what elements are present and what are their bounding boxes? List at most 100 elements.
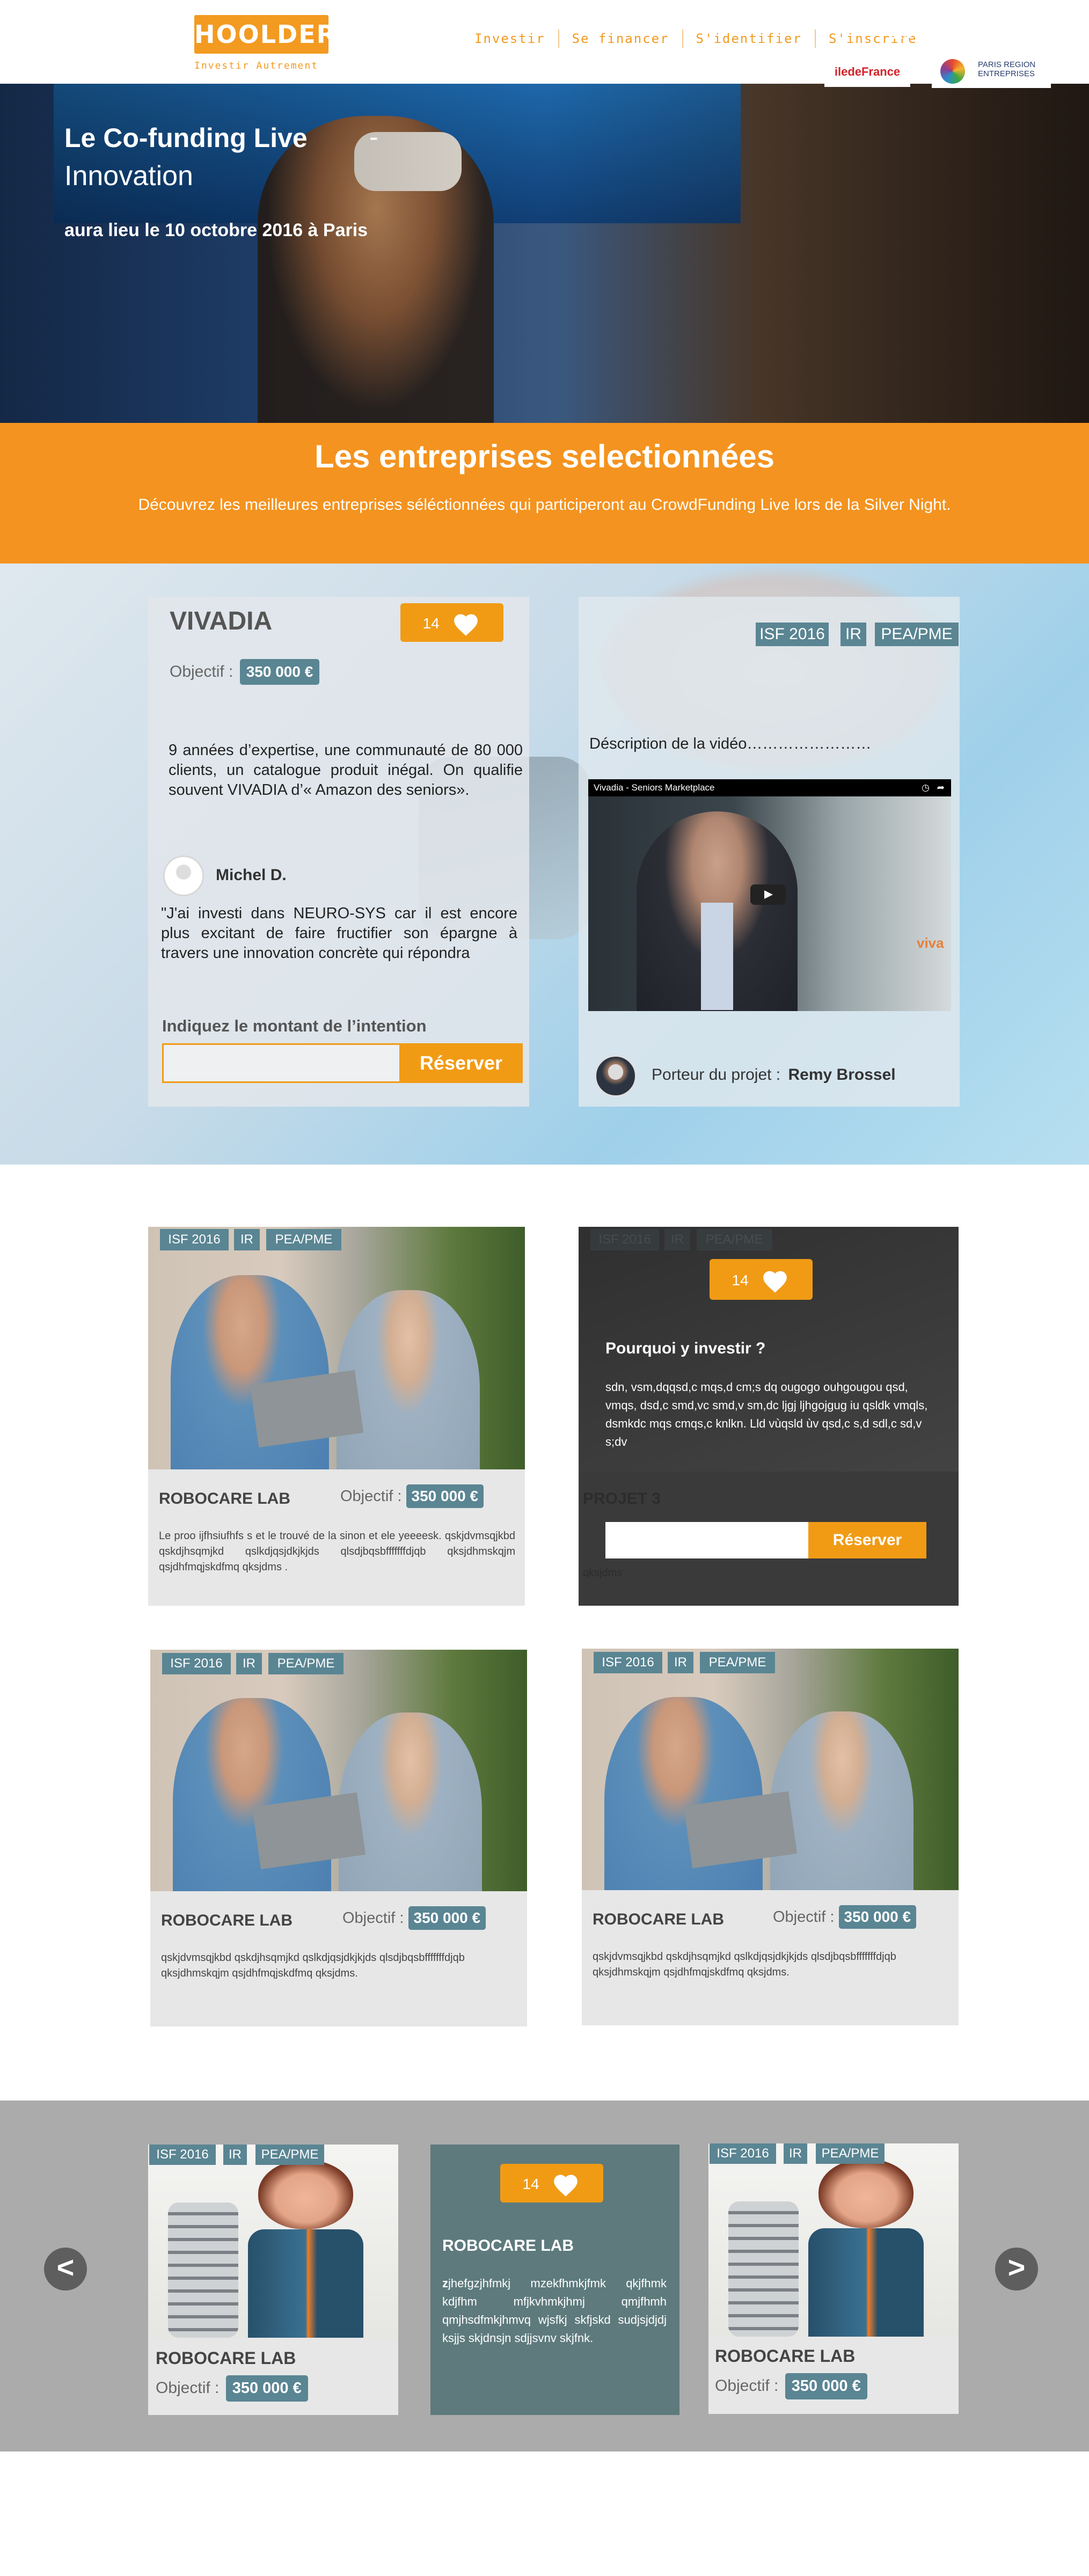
project-name: ROBOCARE LAB xyxy=(442,2237,574,2255)
clock-icon[interactable]: ◷ xyxy=(922,779,930,796)
reviewer-name: Michel D. xyxy=(216,866,287,884)
objective-value: 350 000 € xyxy=(785,2373,867,2399)
video-title-bar: Vivadia - Seniors Marketplace ◷ ➦ xyxy=(588,779,951,796)
tag-ir: IR xyxy=(236,1653,262,1674)
objective-row: Objectif : 350 000 € xyxy=(170,659,320,685)
heart-icon xyxy=(763,1271,787,1293)
why-invest-text: sdn, vsm,dqqsd,c mqs,d cm;s dq ougogo ou… xyxy=(605,1380,928,1448)
page-footer-space xyxy=(0,2451,1089,2576)
tag-pea-pme: PEA/PME xyxy=(816,2143,885,2164)
project-photo-caregiver xyxy=(582,1649,959,1890)
logo-tagline: Investir Autrement xyxy=(194,60,319,71)
video-frame-shirt xyxy=(701,903,733,1010)
owner-label: Porteur du projet : xyxy=(652,1066,781,1084)
tag-pea-pme: PEA/PME xyxy=(697,1229,772,1250)
carousel-prev-button[interactable]: < xyxy=(44,2248,87,2290)
hero-title: Le Co-funding Live xyxy=(64,123,308,153)
section-subtitle: Découvrez les meilleures entreprises sél… xyxy=(138,496,951,514)
reserve-button[interactable]: Réserver xyxy=(399,1043,523,1083)
project-photo-caregiver xyxy=(150,1650,527,1891)
project-description: qskjdvmsqjkbd qskdjhsqmjkd qslkdjqsjdkjk… xyxy=(161,1952,465,1979)
project-photo-robot xyxy=(148,2145,398,2338)
tag-ir: IR xyxy=(223,2145,247,2165)
objective-label: Objectif : xyxy=(340,1488,402,1505)
tag-pea-pme: PEA/PME xyxy=(255,2145,324,2165)
objective-row: Objectif : 350 000 € xyxy=(342,1906,486,1930)
objective-value: 350 000 € xyxy=(838,1905,917,1929)
why-invest-title: Pourquoi y investir ? xyxy=(605,1340,766,1357)
objective-value: 350 000 € xyxy=(225,2375,308,2402)
tag-pea-pme: PEA/PME xyxy=(700,1652,775,1673)
project-name: ROBOCARE LAB xyxy=(715,2346,856,2366)
tag-isf: ISF 2016 xyxy=(162,1653,231,1674)
heart-icon xyxy=(454,614,478,636)
like-button[interactable]: 14 xyxy=(400,603,503,642)
like-count: 14 xyxy=(522,2175,539,2192)
video-player[interactable]: Vivadia - Seniors Marketplace ◷ ➦ viva xyxy=(588,779,951,1011)
nav-sidentifier[interactable]: S'identifier xyxy=(683,30,816,48)
owner-row: Porteur du projet : Remy Brossel xyxy=(652,1066,896,1084)
objective-value: 350 000 € xyxy=(408,1906,486,1930)
reviewer-avatar xyxy=(163,855,204,896)
nav-se-financer[interactable]: Se financer xyxy=(559,30,683,48)
owner-avatar xyxy=(595,1055,637,1097)
project-description: 9 années d’expertise, une communauté de … xyxy=(169,742,523,799)
hero-title-dash: - xyxy=(369,122,378,152)
project-description-text: jhefgzjhfmkj mzekfhmkjfmk qkjfhmk kdjfhm… xyxy=(442,2277,667,2345)
tag-isf: ISF 2016 xyxy=(594,1652,662,1673)
intention-label: Indiquez le montant de l’intention xyxy=(162,1016,427,1035)
objective-label: Objectif : xyxy=(156,2379,220,2397)
owner-name: Remy Brossel xyxy=(788,1066,896,1084)
objective-label: Objectif : xyxy=(342,1909,404,1927)
partner-logo-paris-region[interactable]: PARIS REGION ENTREPRISES xyxy=(932,56,1051,88)
logo[interactable]: HOOLDERS xyxy=(194,15,354,54)
tag-ir: IR xyxy=(668,1652,693,1673)
nav-investir[interactable]: Investir xyxy=(462,30,559,48)
video-brand-watermark: viva xyxy=(917,935,944,951)
faded-project-text: qksjdms xyxy=(583,1567,623,1579)
project-photo-caregiver xyxy=(148,1227,525,1469)
tag-pea-pme: PEA/PME xyxy=(268,1653,343,1674)
partner-logo-iledefrance[interactable]: iledeFrance xyxy=(824,57,910,87)
section-title: Les entreprises selectionnées xyxy=(314,438,775,474)
tag-ir: IR xyxy=(784,2143,807,2164)
like-count: 14 xyxy=(732,1271,749,1289)
like-button[interactable]: 14 xyxy=(500,2164,603,2202)
project-photo-robot xyxy=(708,2143,959,2337)
project-description: zjhefgzjhfmkj mzekfhmkjfmk qkjfhmk kdjfh… xyxy=(442,2274,667,2347)
project-description: Le proo ijfhsiufhfs s et le trouvé de la… xyxy=(159,1530,515,1573)
tag-pea-pme: PEA/PME xyxy=(266,1229,341,1250)
tag-isf: ISF 2016 xyxy=(756,623,829,646)
project-description: qskjdvmsqjkbd qskdjhsqmjkd qslkdjqsjdkjk… xyxy=(593,1951,896,1978)
tag-isf: ISF 2016 xyxy=(590,1229,659,1250)
like-count: 14 xyxy=(422,614,440,632)
project-name: VIVADIA xyxy=(170,607,273,635)
share-icon[interactable]: ➦ xyxy=(937,779,945,796)
objective-value: 350 000 € xyxy=(406,1484,484,1508)
play-icon[interactable] xyxy=(750,884,786,905)
objective-label: Objectif : xyxy=(773,1908,835,1926)
paris-region-logo-icon xyxy=(940,59,965,84)
project-name: ROBOCARE LAB xyxy=(156,2348,296,2368)
objective-label: Objectif : xyxy=(715,2377,779,2395)
like-button[interactable]: 14 xyxy=(710,1259,813,1300)
objective-row: Objectif : 350 000 € xyxy=(773,1905,917,1929)
project-name: ROBOCARE LAB xyxy=(159,1490,290,1507)
reserve-button[interactable]: Réserver xyxy=(808,1522,926,1558)
project-description-first-letter: z xyxy=(442,2277,448,2290)
heart-icon xyxy=(554,2175,578,2197)
tag-ir: IR xyxy=(234,1229,260,1250)
hero-subtitle: aura lieu le 10 octobre 2016 à Paris xyxy=(64,220,368,240)
video-caption: Déscription de la vidéo…………………… xyxy=(589,735,872,752)
tag-ir: IR xyxy=(840,623,866,646)
objective-label: Objectif : xyxy=(170,663,233,680)
objective-row: Objectif : 350 000 € xyxy=(340,1484,484,1508)
objective-row: Objectif : 350 000 € xyxy=(156,2375,308,2402)
partner-label: En partenariat avec xyxy=(893,25,1033,42)
project-name: ROBOCARE LAB xyxy=(593,1911,724,1928)
video-title: Vivadia - Seniors Marketplace xyxy=(594,782,715,793)
main-nav: Investir Se financer S'identifier S'insc… xyxy=(462,30,930,48)
objective-value: 350 000 € xyxy=(239,659,320,685)
carousel-next-button[interactable]: > xyxy=(995,2248,1038,2290)
hero-title-light: Innovation xyxy=(64,160,193,192)
